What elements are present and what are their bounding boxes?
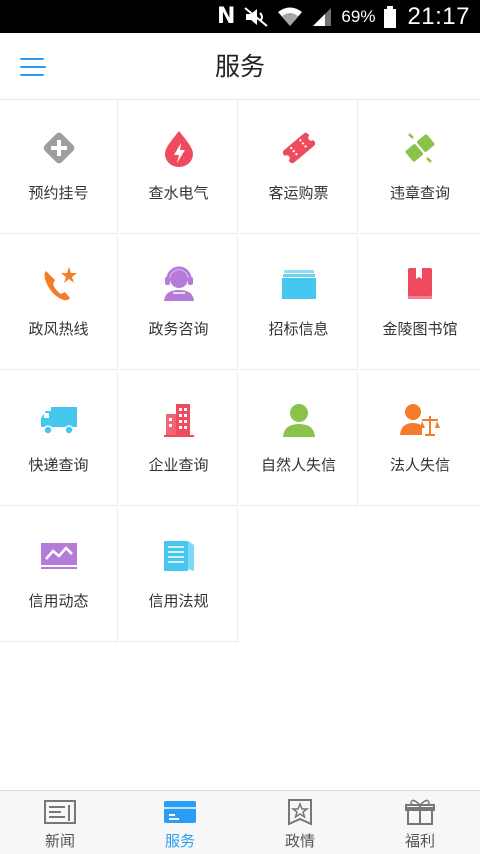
service-item-appointment[interactable]: 预约挂号 [0,100,118,234]
service-label: 信用动态 [28,592,89,610]
trend-chart-icon [39,536,79,576]
folder-icon [279,264,319,304]
service-item-library[interactable]: 金陵图书馆 [360,236,480,370]
status-bar: N 69% 21:17 [0,0,480,33]
service-item-utilities[interactable]: 查水电气 [120,100,238,234]
tab-welfare[interactable]: 福利 [360,791,480,854]
header: 服务 [0,33,480,100]
service-label: 企业查询 [148,456,209,474]
tab-label: 福利 [404,832,435,850]
tab-label: 政情 [284,832,315,850]
service-label: 法人失信 [389,456,450,474]
service-item-person-credit[interactable]: 自然人失信 [240,372,358,506]
regulation-book-icon [159,536,199,576]
signal-icon [311,5,333,29]
service-item-hotline[interactable]: 政风热线 [0,236,118,370]
wifi-icon [277,5,303,29]
tab-label: 服务 [164,832,195,850]
hotline-phone-icon [39,264,79,304]
tab-politics[interactable]: 政情 [240,791,360,854]
clock-time: 21:17 [407,2,470,30]
service-label: 预约挂号 [28,184,89,202]
bottom-tab-bar: 新闻 服务 政情 福利 [0,790,480,854]
ticket-icon [279,128,319,168]
service-item-violation[interactable]: 违章查询 [360,100,480,234]
delivery-truck-icon [39,400,79,440]
service-item-legal-credit[interactable]: 法人失信 [360,372,480,506]
enterprise-building-icon [159,400,199,440]
tab-news[interactable]: 新闻 [0,791,120,854]
service-item-credit-news[interactable]: 信用动态 [0,508,118,642]
service-label: 金陵图书馆 [382,320,458,338]
tab-service[interactable]: 服务 [120,791,240,854]
government-star-icon [282,798,318,826]
service-label: 政风热线 [28,320,89,338]
news-icon [42,798,78,826]
service-label: 客运购票 [268,184,329,202]
service-label: 政务咨询 [148,320,209,338]
service-label: 信用法规 [148,592,209,610]
service-label: 查水电气 [148,184,209,202]
service-label: 快递查询 [28,456,89,474]
service-item-ticket[interactable]: 客运购票 [240,100,358,234]
traffic-violation-icon [400,128,440,168]
service-label: 违章查询 [389,184,450,202]
tab-label: 新闻 [44,832,75,850]
medical-plus-icon [39,128,79,168]
customer-service-icon [159,264,199,304]
person-icon [279,400,319,440]
legal-person-scale-icon [400,400,440,440]
service-item-consult[interactable]: 政务咨询 [120,236,238,370]
battery-icon [383,5,397,29]
service-label: 招标信息 [268,320,329,338]
book-icon [400,264,440,304]
service-label: 自然人失信 [260,456,336,474]
service-card-icon [162,798,198,826]
page-title: 服务 [214,52,265,81]
battery-percent: 69% [341,6,376,26]
service-item-credit-regulation[interactable]: 信用法规 [120,508,238,642]
service-item-bidding[interactable]: 招标信息 [240,236,358,370]
service-item-enterprise[interactable]: 企业查询 [120,372,238,506]
utility-drop-icon [159,128,199,168]
service-item-express[interactable]: 快递查询 [0,372,118,506]
mute-icon [243,5,269,29]
nfc-n-icon: N [216,3,236,29]
gift-icon [402,798,438,826]
